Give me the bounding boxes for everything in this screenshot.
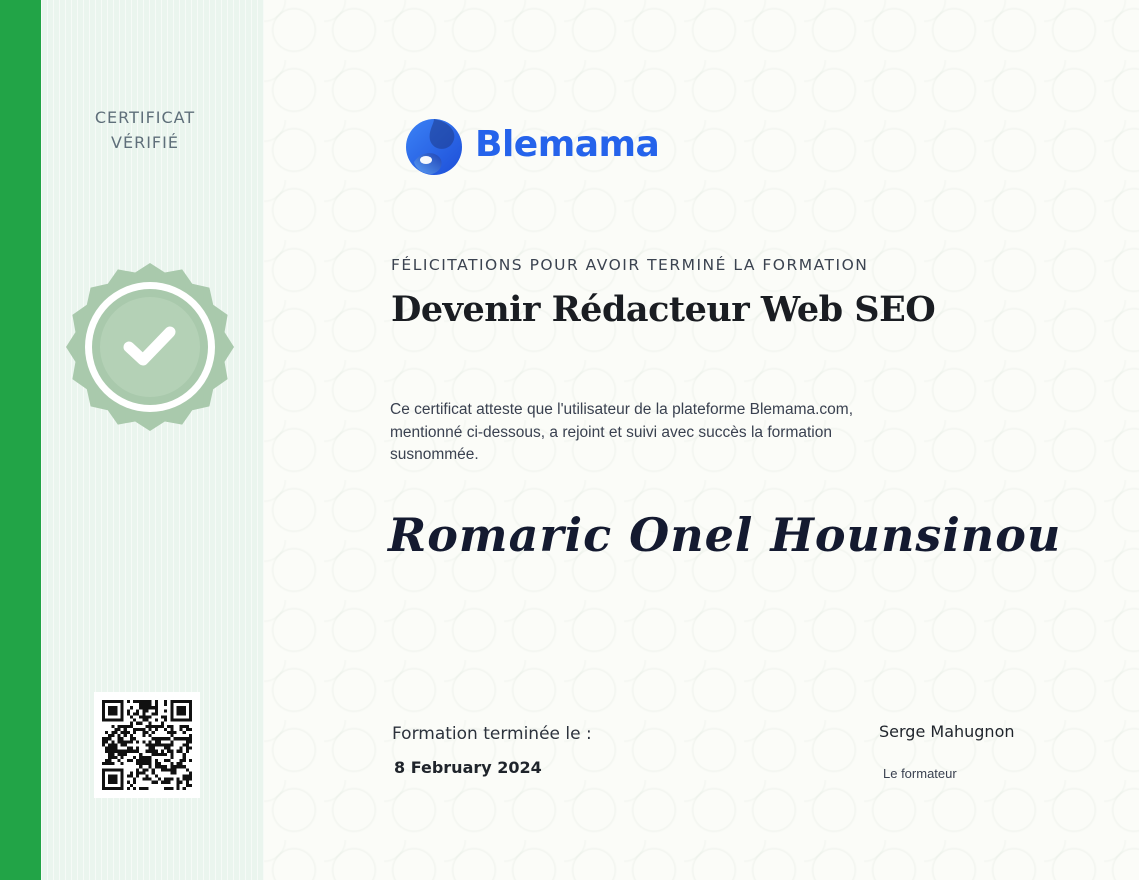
verified-label-line2: VÉRIFIÉ xyxy=(111,133,179,152)
qr-code-icon[interactable] xyxy=(94,692,200,798)
certificate-description: Ce certificat atteste que l'utilisateur … xyxy=(390,401,854,463)
student-name: Romaric Onel Hounsinou xyxy=(388,508,1062,562)
certificate-body: Blemama FÉLICITATIONS POUR AVOIR TERMINÉ… xyxy=(264,0,1139,880)
verified-label-line1: CERTIFICAT xyxy=(94,108,196,127)
course-title: Devenir Rédacteur Web SEO xyxy=(391,289,936,330)
completion-date: 8 February 2024 xyxy=(394,758,542,777)
verification-sidebar: CERTIFICAT VÉRIFIÉ xyxy=(41,0,264,880)
check-seal-icon xyxy=(65,262,235,432)
verified-label: CERTIFICAT VÉRIFIÉ xyxy=(41,105,249,155)
congrats-heading: FÉLICITATIONS POUR AVOIR TERMINÉ LA FORM… xyxy=(391,256,869,274)
accent-strip xyxy=(0,0,41,880)
trainer-name: Serge Mahugnon xyxy=(879,722,1015,741)
trainer-role: Le formateur xyxy=(883,766,957,781)
completion-date-label: Formation terminée le : xyxy=(392,724,592,744)
brand-logo: Blemama xyxy=(404,116,664,178)
brand-name: Blemama xyxy=(475,124,660,165)
blemama-logo-icon xyxy=(406,119,462,175)
